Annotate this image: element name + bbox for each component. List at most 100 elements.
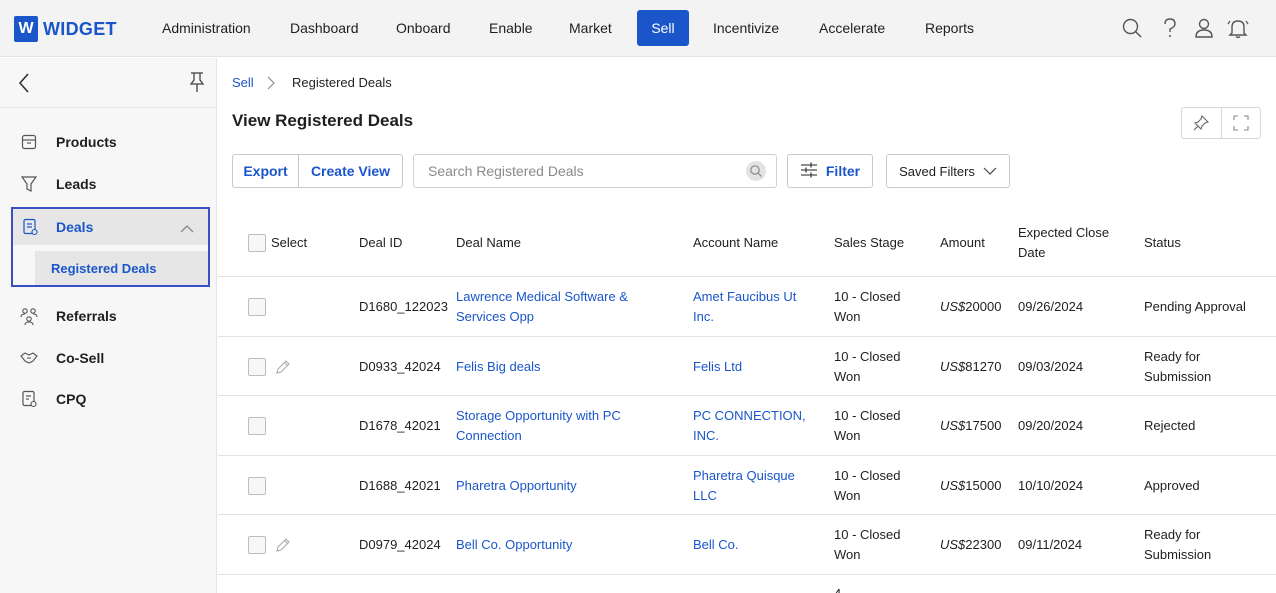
select-all-checkbox[interactable] [248,234,266,252]
deal-name-link[interactable]: Felis Big deals [456,357,666,377]
header-select: Select [271,235,308,250]
table-row: D0979_42024 Bell Co. Opportunity Bell Co… [218,515,1276,575]
sidebar-item-label: Registered Deals [51,261,157,276]
account-name-link[interactable]: PC CONNECTION, INC. [693,406,818,446]
row-checkbox[interactable] [248,417,266,435]
collapse-back-icon[interactable] [16,72,32,97]
row-checkbox[interactable] [248,476,266,495]
status: Pending Approval [1144,299,1246,314]
chevron-down-icon [983,164,997,179]
nav-enable[interactable]: Enable [477,10,545,46]
amount-value: 15000 [965,477,1002,493]
sidebar-item-leads[interactable]: Leads [0,163,216,205]
breadcrumb-current: Registered Deals [292,75,392,90]
breadcrumb-sell-link[interactable]: Sell [232,75,254,90]
header-amount[interactable]: Amount [940,233,985,253]
account-name-link[interactable]: Felis Ltd [693,357,818,377]
deal-id: D1688_42021 [359,477,441,493]
saved-filters-dropdown[interactable]: Saved Filters [886,154,1010,188]
deal-id: D1680_122023 [359,299,448,314]
pin-view-button[interactable] [1182,108,1221,138]
status: Ready for Submission [1144,348,1212,384]
sidebar-item-registered-deals[interactable]: Registered Deals [35,251,208,285]
create-view-button[interactable]: Create View [299,155,402,187]
header-sales-stage[interactable]: Sales Stage [834,233,904,253]
amount: US$17500 [940,416,1001,436]
sidebar-item-label: Leads [56,176,97,192]
filter-label: Filter [825,163,861,179]
sidebar-item-cpq[interactable]: CPQ [0,378,216,420]
nav-onboard[interactable]: Onboard [384,10,462,46]
saved-filters-label: Saved Filters [899,163,975,179]
help-icon[interactable] [1158,16,1182,40]
table-row: D1678_42021 Storage Opportunity with PC … [218,396,1276,456]
search-submit-icon[interactable] [746,161,766,181]
sidebar-item-referrals[interactable]: Referrals [0,295,216,337]
sidebar-item-label: Referrals [56,308,117,324]
sidebar-item-co-sell[interactable]: Co-Sell [0,337,216,379]
deal-id: D0979_42024 [359,537,441,552]
table-header: Select Deal ID Deal Name Account Name Sa… [218,208,1276,277]
logo[interactable]: W WIDGET [14,15,117,43]
nav-reports[interactable]: Reports [913,10,986,46]
view-controls [1181,107,1261,139]
currency: US$ [940,358,966,374]
row-checkbox[interactable] [248,298,266,316]
account-name-link[interactable]: Pharetra Quisque LLC [693,466,818,506]
export-button[interactable]: Export [233,155,299,187]
deal-name-link[interactable]: Storage Opportunity with PC Connection [456,406,666,446]
currency: US$ [940,418,966,433]
box-icon [20,133,38,151]
search-icon[interactable] [1120,16,1144,40]
pin-icon[interactable] [188,71,206,96]
header-account-name[interactable]: Account Name [693,233,778,253]
amount-value: 22300 [965,537,1002,552]
deal-name-link[interactable]: Lawrence Medical Software & Services Opp [456,287,666,327]
referral-people-icon [20,307,38,325]
account-name-link[interactable]: Amet Faucibus Ut Inc. [693,287,818,327]
chevron-right-icon [266,76,276,93]
fullscreen-button[interactable] [1220,108,1260,138]
user-icon[interactable] [1192,16,1216,40]
sidebar-item-label: CPQ [56,391,87,407]
account-name-link[interactable]: Bell Co. [693,535,818,555]
pencil-icon[interactable] [274,536,292,554]
search-input[interactable] [428,163,738,179]
nav-sell[interactable]: Sell [637,10,689,46]
sidebar-item-label: Products [56,134,117,150]
header-deal-id[interactable]: Deal ID [359,233,402,253]
row-checkbox[interactable] [248,536,266,554]
header-status[interactable]: Status [1144,233,1181,253]
nav-administration[interactable]: Administration [150,10,263,46]
nav-incentivize[interactable]: Incentivize [701,10,791,46]
status: Approved [1144,477,1200,493]
handshake-icon [20,349,38,367]
pencil-icon[interactable] [274,358,292,376]
close-date: 09/26/2024 [1018,299,1084,314]
close-date: 10/10/2024 [1018,477,1084,493]
filter-button[interactable]: Filter [787,154,873,188]
header-deal-name[interactable]: Deal Name [456,233,521,253]
row-checkbox[interactable] [248,357,266,376]
currency: US$ [940,477,966,493]
sidebar-item-products[interactable]: Products [0,121,216,163]
nav-market[interactable]: Market [557,10,624,46]
sidebar-item-label: Co-Sell [56,350,105,366]
quote-document-icon [20,390,38,408]
amount: US$22300 [940,535,1001,555]
sales-stage: 10 - Closed Won [834,467,901,503]
chevron-up-icon[interactable] [180,221,194,237]
header-expected-close-date[interactable]: Expected Close Date [1018,223,1130,263]
sidebar-item-deals[interactable]: Deals [13,209,208,245]
funnel-icon [20,175,38,193]
deal-name-link[interactable]: Bell Co. Opportunity [456,535,666,555]
nav-accelerate[interactable]: Accelerate [807,10,897,46]
deal-name-link[interactable]: Pharetra Opportunity [456,476,666,496]
table-row: D0933_42024 Felis Big deals Felis Ltd 10… [218,337,1276,396]
page-title: View Registered Deals [232,111,414,130]
bell-icon[interactable] [1226,16,1250,40]
nav-dashboard[interactable]: Dashboard [278,10,371,46]
sales-stage: 10 - Closed Won [834,408,901,443]
search-box [413,154,777,188]
amount-value: 20000 [965,299,1002,314]
